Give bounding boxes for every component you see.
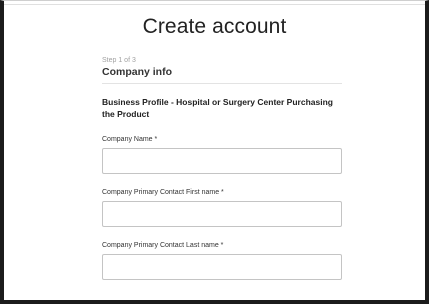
company-name-field: Company Name *	[102, 135, 342, 174]
contact-last-name-input[interactable]	[102, 254, 342, 280]
step-indicator: Step 1 of 3	[102, 57, 136, 64]
page-title: Create account	[142, 15, 287, 38]
contact-last-name-label: Company Primary Contact Last name *	[102, 242, 224, 249]
contact-first-name-label: Company Primary Contact First name *	[102, 189, 224, 196]
company-name-input[interactable]	[102, 148, 342, 174]
contact-first-name-field: Company Primary Contact First name *	[102, 188, 342, 227]
company-name-label: Company Name *	[102, 136, 158, 143]
section-title: Company info	[102, 66, 172, 78]
form-card: Step 1 of 3 Company info Business Profil…	[102, 56, 342, 280]
contact-first-name-input[interactable]	[102, 201, 342, 227]
section-divider	[102, 83, 342, 84]
contact-last-name-field: Company Primary Contact Last name *	[102, 241, 342, 280]
profile-heading: Business Profile - Hospital or Surgery C…	[102, 97, 333, 119]
top-divider	[4, 4, 425, 5]
